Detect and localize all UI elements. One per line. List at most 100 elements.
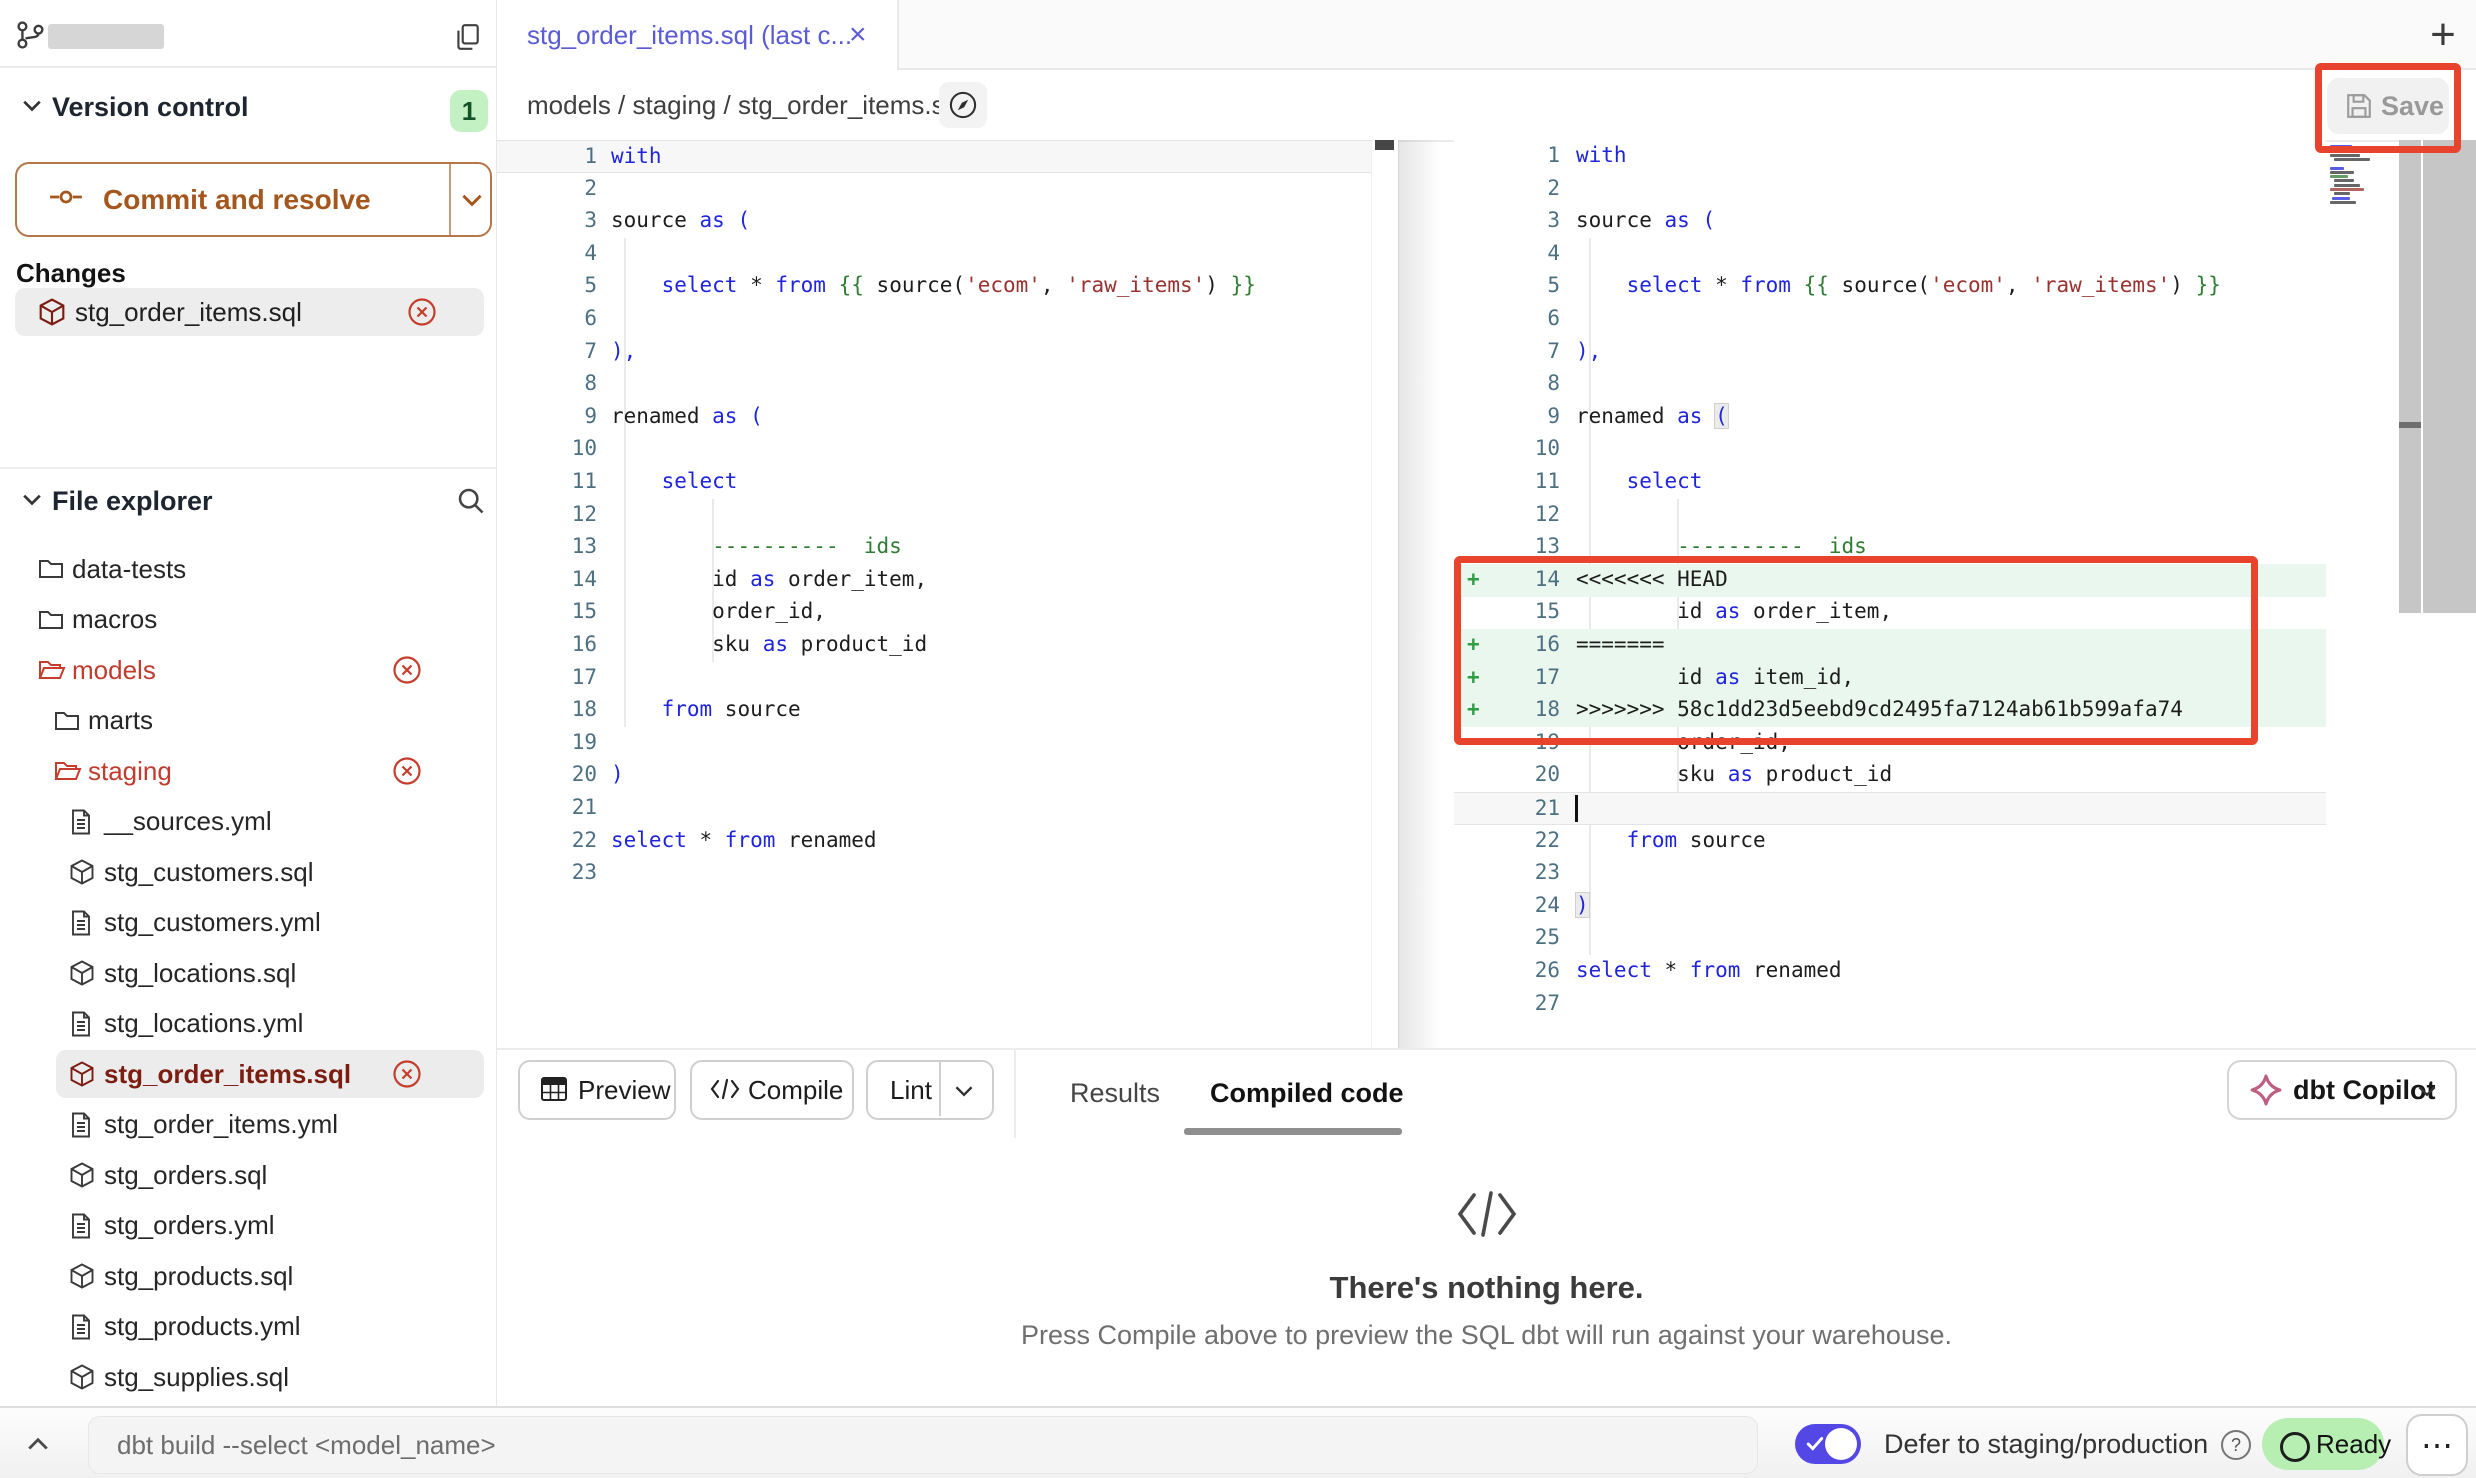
file-explorer-item[interactable]: stg_orders.yml	[0, 1201, 496, 1251]
line-number: 4	[1454, 241, 1560, 265]
file-explorer-item[interactable]: staging	[0, 746, 496, 796]
save-button[interactable]: Save	[2327, 78, 2449, 134]
tab-compiled-code[interactable]: Compiled code	[1210, 1050, 1404, 1136]
close-icon[interactable]: ×	[849, 0, 867, 70]
more-options-button[interactable]: ⋯	[2406, 1414, 2468, 1476]
file-explorer-item[interactable]: marts	[0, 696, 496, 746]
code-line: 7),	[1454, 336, 2326, 369]
line-number: 1	[497, 144, 597, 168]
code-text: >>>>>>> 58c1dd23d5eebd9cd2495fa7124ab61b…	[1576, 697, 2183, 721]
model-icon	[70, 1162, 94, 1188]
code-icon	[710, 1077, 740, 1101]
commit-split-divider	[449, 164, 451, 235]
copy-icon[interactable]	[453, 22, 481, 52]
code-text: select	[1576, 469, 1702, 493]
code-line: 15 id as order_item,	[1454, 596, 2326, 629]
left-editor-scrollbar[interactable]	[1371, 140, 1399, 1048]
file-explorer-item[interactable]: stg_supplies.sql	[0, 1352, 496, 1402]
code-text: ---------- ids	[1576, 534, 1867, 558]
search-icon[interactable]	[456, 486, 486, 516]
file-name: stg_orders.yml	[104, 1201, 275, 1251]
divider	[0, 467, 496, 469]
file-explorer-item[interactable]: data-tests	[0, 544, 496, 594]
file-name: stg_order_items.yml	[104, 1100, 338, 1150]
file-name: stg_supplies.sql	[104, 1352, 289, 1402]
command-input[interactable]: dbt build --select <model_name>	[88, 1416, 1758, 1474]
model-icon	[70, 859, 94, 885]
code-line: 10	[1454, 433, 2326, 466]
scrollbar-thumb[interactable]	[2399, 422, 2421, 428]
code-text: with	[611, 144, 662, 168]
line-number: 6	[1454, 306, 1560, 330]
file-name: macros	[72, 595, 157, 645]
pane-divider-shadow	[1398, 140, 1460, 1048]
model-icon	[70, 1263, 94, 1289]
ready-status-badge[interactable]: Ready	[2262, 1418, 2384, 1470]
table-icon	[540, 1076, 568, 1102]
lint-button[interactable]: Lint	[866, 1060, 994, 1120]
line-number: 16	[497, 632, 597, 656]
file-explorer-item[interactable]: __sources.yml	[0, 797, 496, 847]
tab-stg-order-items[interactable]: stg_order_items.sql (last c... ×	[497, 0, 899, 70]
chevron-down-icon[interactable]	[2417, 1084, 2437, 1097]
window-scrollbar[interactable]	[2423, 140, 2476, 613]
line-number: 9	[497, 404, 597, 428]
results-panel: There's nothing here. Press Compile abov…	[497, 1138, 2476, 1406]
editor-pane-current[interactable]: 1with23source as (45 select * from {{ so…	[1454, 140, 2326, 1048]
file-explorer-item[interactable]: stg_products.yml	[0, 1302, 496, 1352]
chevron-down-icon[interactable]	[461, 192, 483, 207]
code-line: 27	[1454, 988, 2326, 1021]
tab-results[interactable]: Results	[1070, 1050, 1160, 1136]
editor-pane-last-commit[interactable]: 1with23source as (45 select * from {{ so…	[497, 140, 1371, 1048]
commit-button-label: Commit and resolve	[103, 164, 371, 235]
code-text: <<<<<<< HEAD	[1576, 567, 1728, 591]
line-number: 17	[497, 665, 597, 689]
commit-and-resolve-button[interactable]: Commit and resolve	[15, 162, 492, 237]
file-explorer-item[interactable]: stg_customers.yml	[0, 898, 496, 948]
file-name: __sources.yml	[104, 797, 272, 847]
code-line: 4	[1454, 238, 2326, 271]
changed-file-row[interactable]: stg_order_items.sql	[15, 288, 484, 336]
preview-button[interactable]: Preview	[518, 1060, 676, 1120]
code-line: 19	[497, 727, 1371, 760]
minimap	[2330, 145, 2396, 207]
file-explorer-item[interactable]: stg_products.sql	[0, 1251, 496, 1301]
chevron-down-icon[interactable]	[22, 492, 42, 506]
file-explorer-item[interactable]: stg_locations.sql	[0, 948, 496, 998]
file-explorer-item[interactable]: macros	[0, 595, 496, 645]
editor-scrollbar[interactable]	[2399, 140, 2421, 613]
file-explorer-item[interactable]: stg_order_items.yml	[0, 1100, 496, 1150]
help-icon[interactable]: ?	[2221, 1430, 2251, 1460]
defer-toggle[interactable]	[1795, 1424, 1861, 1464]
file-explorer-item[interactable]: stg_orders.sql	[0, 1150, 496, 1200]
model-icon	[70, 1364, 94, 1390]
file-name: stg_order_items.sql	[104, 1049, 351, 1099]
file-explorer-item[interactable]: stg_locations.yml	[0, 999, 496, 1049]
line-number: 14	[1454, 567, 1560, 591]
scrollbar-thumb[interactable]	[1375, 140, 1394, 150]
code-line: 19 order_id,	[1454, 727, 2326, 760]
code-line: 20 sku as product_id	[1454, 759, 2326, 792]
chevron-up-icon[interactable]	[26, 1436, 50, 1451]
doc-icon	[70, 1314, 92, 1340]
dbt-copilot-button[interactable]: dbt Copilot	[2227, 1060, 2457, 1120]
line-number: 10	[497, 436, 597, 460]
conflict-badge-icon	[392, 756, 422, 786]
file-explorer-item[interactable]: models	[0, 645, 496, 695]
line-number: 16	[1454, 632, 1560, 656]
file-name: stg_customers.sql	[104, 847, 314, 897]
copilot-sparkle-icon	[2249, 1073, 2283, 1107]
code-line: +18>>>>>>> 58c1dd23d5eebd9cd2495fa7124ab…	[1454, 694, 2326, 727]
file-explorer-item[interactable]: stg_order_items.sql	[0, 1049, 496, 1099]
line-number: 18	[1454, 697, 1560, 721]
chevron-down-icon[interactable]	[954, 1084, 974, 1097]
code-line: 6	[497, 303, 1371, 336]
file-explorer-item[interactable]: stg_customers.sql	[0, 847, 496, 897]
compile-button[interactable]: Compile	[690, 1060, 854, 1120]
new-tab-button[interactable]: +	[2418, 10, 2468, 60]
folder-icon	[54, 708, 80, 732]
file-name: staging	[88, 746, 172, 796]
line-number: 13	[497, 534, 597, 558]
lineage-compass-icon[interactable]	[939, 82, 987, 128]
chevron-down-icon[interactable]	[22, 98, 42, 112]
